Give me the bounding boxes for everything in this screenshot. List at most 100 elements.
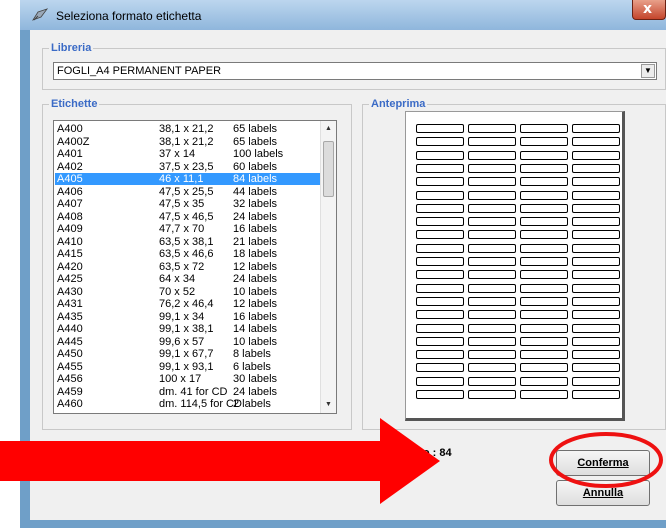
list-item-count: 100 labels	[233, 148, 284, 160]
list-item[interactable]: A402 37,5 x 23,5 60 labels	[55, 161, 321, 173]
list-item-size: 99,1 x 93,1	[159, 360, 214, 373]
list-item[interactable]: A431 76,2 x 46,4 12 labels	[55, 298, 321, 310]
list-item-count: 44 labels	[233, 185, 278, 198]
scroll-down-icon[interactable]: ▼	[321, 397, 336, 413]
list-item-count: 84 labels	[233, 173, 278, 185]
list-item[interactable]: A400 38,1 x 21,2 65 labels	[55, 123, 321, 135]
label-cell	[468, 150, 516, 160]
label-cell	[572, 390, 620, 399]
label-cell	[468, 243, 516, 253]
label-cell	[416, 177, 464, 187]
list-item-code: A406	[57, 185, 83, 198]
label-cell	[520, 270, 568, 280]
list-item-code: A455	[57, 360, 83, 373]
label-cell	[468, 310, 516, 320]
list-item-count: 30 labels	[233, 373, 278, 385]
list-item[interactable]: A408 47,5 x 46,5 24 labels	[55, 211, 321, 223]
list-item-size: 70 x 52	[159, 285, 196, 298]
close-button[interactable]: x	[632, 0, 666, 20]
label-cell	[520, 177, 568, 187]
list-item-size: 47,5 x 25,5	[159, 185, 214, 198]
label-cell	[468, 203, 516, 213]
annulla-button[interactable]: Annulla	[556, 480, 650, 506]
label-cell	[468, 283, 516, 293]
scroll-thumb[interactable]	[323, 141, 334, 197]
libreria-value: FOGLI_A4 PERMANENT PAPER	[57, 65, 222, 77]
list-item[interactable]: A409 47,7 x 70 16 labels	[55, 223, 321, 235]
list-item[interactable]: A455 99,1 x 93,1 6 labels	[55, 361, 321, 373]
list-item[interactable]: A445 99,6 x 57 10 labels	[55, 336, 321, 348]
list-item-size: 99,6 x 57	[159, 335, 205, 348]
conferma-button[interactable]: Conferma	[556, 450, 650, 476]
list-item-count: 12 labels	[233, 298, 278, 310]
list-item-count: 10 labels	[233, 285, 278, 298]
list-item-count: 24 labels	[233, 385, 278, 398]
list-item[interactable]: A420 63,5 x 72 12 labels	[55, 261, 321, 273]
list-item-code: A401	[57, 148, 83, 160]
list-item[interactable]: A450 99,1 x 67,7 8 labels	[55, 348, 321, 360]
label-cell	[572, 336, 620, 346]
label-cell	[572, 230, 620, 240]
list-item[interactable]: A430 70 x 52 10 labels	[55, 286, 321, 298]
label-cell	[520, 283, 568, 293]
label-cell	[416, 190, 464, 200]
list-scrollbar[interactable]: ▲ ▼	[320, 121, 336, 413]
label-cell	[416, 283, 464, 293]
list-item-size: dm. 114,5 for CD	[159, 398, 242, 410]
list-item[interactable]: A400Z 38,1 x 21,2 65 labels	[55, 136, 321, 148]
list-item[interactable]: A440 99,1 x 38,1 14 labels	[55, 323, 321, 335]
libreria-dropdown[interactable]: FOGLI_A4 PERMANENT PAPER ▼	[53, 62, 657, 80]
list-item-count: 24 labels	[233, 210, 278, 223]
label-cell	[572, 296, 620, 306]
label-cell	[468, 257, 516, 266]
labels-count-text: 84 labels	[228, 447, 275, 459]
label-cell	[572, 137, 620, 147]
list-item-size: 100 x 17	[159, 373, 202, 385]
list-item-size: 63,5 x 46,6	[159, 248, 214, 260]
list-item-code: A445	[57, 335, 83, 348]
label-cell	[520, 203, 568, 213]
list-item-count: 18 labels	[233, 248, 278, 260]
list-item[interactable]: A406 47,5 x 25,5 44 labels	[55, 186, 321, 198]
list-item-code: A400Z	[57, 135, 90, 148]
list-item[interactable]: A401 37 x 14 100 labels	[55, 148, 321, 160]
list-item-size: 46 x 11,1	[159, 173, 204, 185]
list-item-code: A435	[57, 310, 83, 323]
label-cell	[468, 163, 516, 173]
list-item[interactable]: A425 64 x 34 24 labels	[55, 273, 321, 285]
list-item-size: 76,2 x 46,4	[159, 298, 214, 310]
label-cell	[468, 336, 516, 346]
label-cell	[572, 257, 620, 266]
label-cell	[520, 257, 568, 266]
list-item[interactable]: A459 dm. 41 for CD 24 labels	[55, 386, 321, 398]
label-cell	[416, 323, 464, 333]
label-cell	[468, 217, 516, 227]
label-cell	[520, 137, 568, 147]
list-item[interactable]: A415 63,5 x 46,6 18 labels	[55, 248, 321, 260]
list-item[interactable]: A460 dm. 114,5 for CD 2 labels	[55, 398, 321, 410]
anteprima-label: Anteprima	[369, 98, 428, 111]
label-cell	[520, 363, 568, 373]
label-cell	[468, 323, 516, 333]
list-item[interactable]: A435 99,1 x 34 16 labels	[55, 311, 321, 323]
label-cell	[572, 190, 620, 200]
chevron-down-icon[interactable]: ▼	[641, 64, 655, 78]
label-cell	[520, 124, 568, 133]
label-cell	[416, 137, 464, 147]
list-item-code: A460	[57, 398, 83, 410]
list-item-code: A431	[57, 298, 83, 310]
list-item-count: 12 labels	[233, 260, 278, 273]
list-item[interactable]: A410 63,5 x 38,1 21 labels	[55, 236, 321, 248]
window-title: Seleziona formato etichetta	[56, 9, 202, 23]
label-cell	[468, 390, 516, 399]
label-cell	[572, 217, 620, 227]
label-cell	[468, 190, 516, 200]
list-item[interactable]: A456 100 x 17 30 labels	[55, 373, 321, 385]
list-item[interactable]: A407 47,5 x 35 32 labels	[55, 198, 321, 210]
label-format-list[interactable]: A400 38,1 x 21,2 65 labels A400Z 38,1 x 21,2…	[53, 120, 337, 414]
label-cell	[468, 376, 516, 386]
label-cell	[572, 376, 620, 386]
scroll-up-icon[interactable]: ▲	[321, 121, 336, 137]
list-item[interactable]: A405 46 x 11,1 84 labels	[55, 173, 321, 185]
label-cell	[572, 363, 620, 373]
